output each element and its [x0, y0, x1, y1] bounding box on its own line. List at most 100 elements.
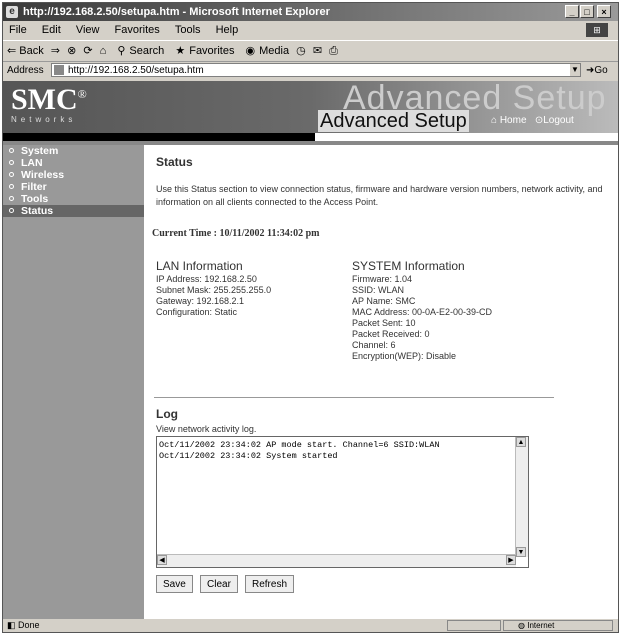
sys-mac-address: MAC Address: 00-0A-E2-00-39-CD [352, 307, 493, 317]
security-zone: ◍ Internet [503, 620, 613, 631]
scroll-down-icon[interactable]: ▼ [516, 547, 526, 557]
favorites-button[interactable]: ★ Favorites [171, 45, 234, 57]
lan-configuration: Configuration: Static [156, 307, 238, 317]
browser-window: e http://192.168.2.50/setupa.htm - Micro… [2, 2, 619, 633]
sidebar-item-label: Filter [21, 181, 47, 193]
house-icon: ⌂ [491, 115, 498, 126]
bullet-icon [9, 196, 14, 201]
sys-firmware: Firmware: 1.04 [352, 274, 413, 284]
menu-file[interactable]: File [9, 24, 27, 36]
globe-icon: ◍ [518, 621, 525, 630]
status-text: ◧ Done [7, 619, 40, 632]
sidebar-item-status[interactable]: Status [3, 205, 144, 217]
brand-name: SMC [11, 83, 78, 116]
bullet-icon [9, 148, 14, 153]
sidebar-item-label: Status [21, 205, 54, 217]
toolbar: ⇐ Back ⇒ ⊗ ⟳ ⌂ ⚲ Search ★ Favorites ◉ Media… [3, 40, 618, 62]
sys-encryption: Encryption(WEP): Disable [352, 351, 457, 361]
stop-icon[interactable]: ⊗ [67, 45, 76, 57]
search-label: Search [129, 45, 165, 57]
sys-ssid: SSID: WLAN [352, 285, 405, 295]
home-link[interactable]: ⌂ Home [491, 115, 527, 126]
sidebar: System LAN Wireless Filter Tools Status [3, 145, 144, 619]
logout-link[interactable]: ⊙Logout [535, 115, 574, 126]
search-button[interactable]: ⚲ Search [113, 45, 164, 57]
sidebar-item-wireless[interactable]: Wireless [3, 169, 144, 181]
media-label: Media [259, 45, 290, 57]
history-icon[interactable]: ◷ [296, 45, 306, 57]
address-input[interactable]: http://192.168.2.50/setupa.htm [51, 63, 581, 77]
scroll-left-icon[interactable]: ◀ [157, 555, 167, 565]
main-panel: Status Use this Status section to view c… [144, 145, 618, 619]
page-heading: Advanced Setup [318, 110, 469, 132]
home-icon[interactable]: ⌂ [100, 45, 107, 57]
sidebar-item-label: System [21, 145, 59, 157]
media-button[interactable]: ◉ Media [242, 45, 290, 57]
favorites-icon: ★ [175, 45, 186, 57]
print-icon[interactable]: ⎙ [329, 45, 338, 57]
window-title: http://192.168.2.50/setupa.htm - Microso… [23, 6, 330, 18]
title-bar: e http://192.168.2.50/setupa.htm - Micro… [3, 3, 618, 21]
go-button[interactable]: ➜Go [586, 61, 608, 80]
sidebar-item-label: Wireless [21, 169, 65, 181]
back-button[interactable]: ⇐ Back [7, 45, 44, 57]
horizontal-scrollbar[interactable]: ◀ ▶ [157, 554, 516, 567]
menu-bar: File Edit View Favorites Tools Help ⊞ [3, 22, 618, 39]
forward-button[interactable]: ⇒ [51, 45, 60, 57]
clear-button[interactable]: Clear [200, 575, 238, 593]
sys-channel: Channel: 6 [352, 340, 396, 350]
menu-tools[interactable]: Tools [175, 24, 201, 36]
minimize-button[interactable]: _ [565, 5, 579, 18]
menu-edit[interactable]: Edit [42, 24, 61, 36]
bullet-icon [9, 184, 14, 189]
menu-view[interactable]: View [76, 24, 100, 36]
smc-logo: SMC® [11, 83, 87, 117]
refresh-icon[interactable]: ⟳ [83, 45, 92, 57]
address-dropdown-icon[interactable]: ▼ [570, 64, 580, 76]
go-label: Go [594, 65, 608, 76]
log-line: Oct/11/2002 23:34:02 AP mode start. Chan… [159, 440, 440, 450]
log-textarea[interactable]: Oct/11/2002 23:34:02 AP mode start. Chan… [156, 436, 529, 568]
sidebar-item-filter[interactable]: Filter [3, 181, 144, 193]
registered-mark: ® [77, 87, 87, 101]
section-divider [154, 397, 554, 398]
maximize-button[interactable]: □ [580, 5, 594, 18]
sys-ap-name: AP Name: SMC [352, 296, 416, 306]
menu-help[interactable]: Help [216, 24, 239, 36]
scroll-right-icon[interactable]: ▶ [506, 555, 516, 565]
logout-label: Logout [543, 115, 574, 126]
save-button[interactable]: Save [156, 575, 193, 593]
header-divider-black [3, 133, 315, 141]
sys-packet-sent: Packet Sent: 10 [352, 318, 416, 328]
home-label: Home [499, 115, 527, 126]
lan-subnet: Subnet Mask: 255.255.255.0 [156, 285, 272, 295]
sidebar-item-label: Tools [21, 193, 49, 205]
address-bar: Address http://192.168.2.50/setupa.htm ▼… [3, 61, 618, 80]
lan-gateway: Gateway: 192.168.2.1 [156, 296, 245, 306]
status-heading: Status [156, 155, 193, 169]
mail-icon[interactable]: ✉ [313, 45, 322, 57]
status-description: Use this Status section to view connecti… [156, 184, 603, 207]
brand-subtitle: Networks [11, 115, 77, 124]
scroll-up-icon[interactable]: ▲ [516, 437, 526, 447]
windows-logo-icon: ⊞ [586, 23, 608, 37]
favorites-label: Favorites [189, 45, 235, 57]
status-bar: ◧ Done ◍ Internet [3, 619, 618, 632]
page-icon [54, 65, 64, 75]
sidebar-item-lan[interactable]: LAN [3, 157, 144, 169]
address-label: Address [7, 65, 44, 76]
sidebar-item-tools[interactable]: Tools [3, 193, 144, 205]
close-button[interactable]: × [597, 5, 611, 18]
log-subtitle: View network activity log. [156, 424, 257, 434]
lan-info-heading: LAN Information [156, 259, 243, 273]
refresh-button[interactable]: Refresh [245, 575, 295, 593]
menu-favorites[interactable]: Favorites [115, 24, 160, 36]
address-url: http://192.168.2.50/setupa.htm [68, 65, 204, 76]
sys-packet-received: Packet Received: 0 [352, 329, 430, 339]
bullet-icon [9, 172, 14, 177]
logout-icon: ⊙ [534, 115, 544, 126]
status-done-label: Done [18, 620, 40, 630]
bullet-icon [9, 160, 14, 165]
vertical-scrollbar[interactable]: ▲ ▼ [515, 437, 528, 557]
sidebar-item-system[interactable]: System [3, 145, 144, 157]
